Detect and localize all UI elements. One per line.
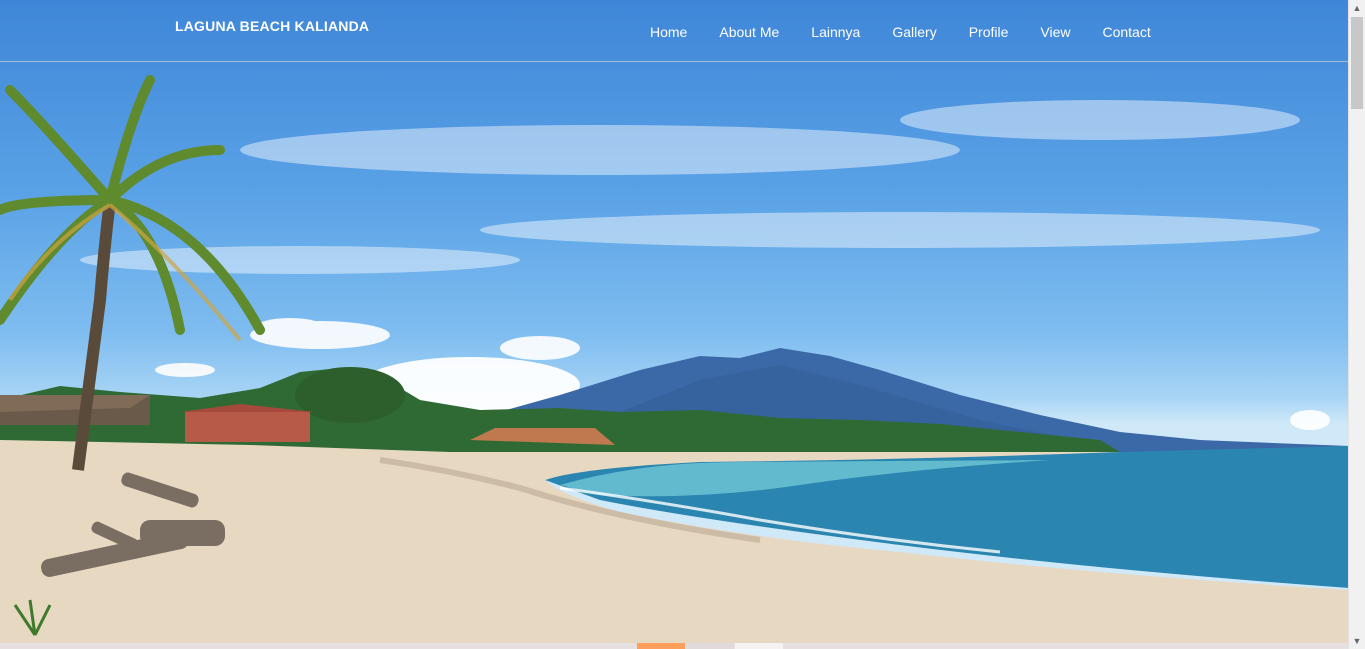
slider-indicator-1[interactable]	[637, 643, 685, 649]
slider-indicator-2[interactable]	[686, 643, 734, 649]
site-brand-logo[interactable]: LAGUNA BEACH KALIANDA	[175, 18, 369, 34]
hero-slide-image	[0, 0, 1349, 643]
scroll-down-arrow-icon[interactable]: ▼	[1349, 633, 1365, 649]
main-nav: Home About Me Lainnya Gallery Profile Vi…	[634, 23, 1167, 41]
slider-indicator-3[interactable]	[735, 643, 783, 649]
scrollbar-thumb[interactable]	[1351, 17, 1363, 109]
top-navbar: LAGUNA BEACH KALIANDA Home About Me Lain…	[0, 0, 1349, 62]
scroll-up-arrow-icon[interactable]: ▲	[1349, 0, 1365, 16]
nav-link-about-me[interactable]: About Me	[703, 23, 795, 41]
nav-link-gallery[interactable]: Gallery	[876, 23, 952, 41]
nav-link-contact[interactable]: Contact	[1086, 23, 1166, 41]
slider-indicators	[0, 643, 1349, 649]
nav-link-profile[interactable]: Profile	[953, 23, 1025, 41]
nav-link-lainnya[interactable]: Lainnya	[795, 23, 876, 41]
vertical-scrollbar[interactable]: ▲ ▼	[1348, 0, 1365, 649]
nav-link-view[interactable]: View	[1024, 23, 1086, 41]
nav-link-home[interactable]: Home	[634, 23, 703, 41]
beach-landscape-illustration	[0, 75, 1349, 643]
